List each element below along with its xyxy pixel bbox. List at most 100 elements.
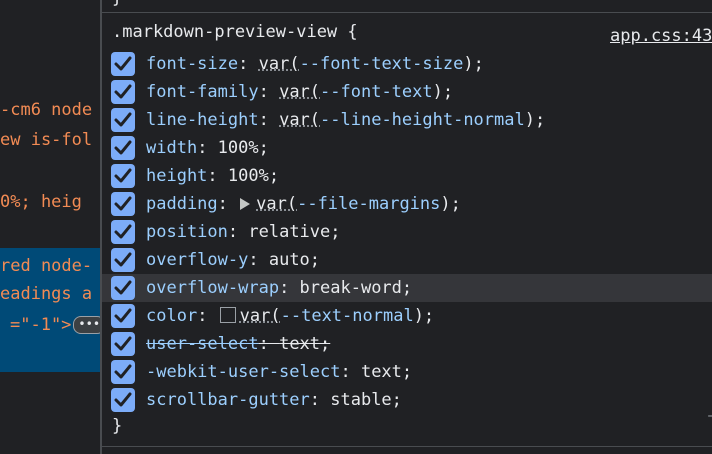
property-checkbox[interactable] [111,304,135,328]
css-variable-name[interactable]: --font-text [320,82,433,102]
property-declaration: scrollbar-gutter: stable; [146,389,402,411]
property-name[interactable]: line-height [146,110,259,130]
css-property-row[interactable]: color: var(--text-normal); [102,302,712,330]
checkmark-icon [114,56,132,71]
css-variable-name[interactable]: --font-text-size [300,54,464,74]
property-colon: : [279,278,300,298]
dom-tree-line: eadings a [0,284,93,304]
var-function: var( [279,110,321,130]
property-colon: : [258,82,280,102]
dom-tree-line[interactable]: ew is-fol [0,130,92,150]
previous-rule-closing-brace: } [112,0,122,8]
ellipsis-icon[interactable]: ••• [73,316,100,334]
property-declaration: padding: var(--file-margins); [146,193,461,215]
value-terminator: ); [440,194,461,214]
dom-tree-line[interactable]: -cm6 node [0,100,92,120]
css-property-row[interactable]: padding: var(--file-margins); [102,190,712,218]
var-function: var( [258,54,300,74]
property-checkbox[interactable] [111,220,135,244]
property-name[interactable]: padding [146,194,218,214]
property-name[interactable]: font-family [146,82,259,102]
checkmark-icon [114,168,132,183]
property-colon: : [340,362,361,382]
property-checkbox[interactable] [111,80,135,104]
property-name[interactable]: scrollbar-gutter [146,390,310,410]
selected-dom-node[interactable]: red node- eadings a ="-1"> ••• [0,248,100,372]
property-checkbox[interactable] [111,332,135,356]
property-value[interactable]: auto; [269,250,320,270]
var-function: var( [279,82,321,102]
rule-separator [102,12,712,13]
css-property-row[interactable]: font-size: var(--font-text-size); [102,50,712,78]
css-selector[interactable]: .markdown-preview-view { [112,22,358,42]
property-name[interactable]: overflow-y [146,250,248,270]
property-value[interactable]: break-word; [300,278,413,298]
property-value[interactable]: var(--font-text); [279,82,453,102]
css-property-row[interactable]: position: relative; [102,218,712,246]
property-value[interactable]: var(--line-height-normal); [279,110,545,130]
dom-tree-line: red node- [0,256,93,276]
css-variable-name[interactable]: --file-margins [297,194,440,214]
property-declaration: font-family: var(--font-text); [146,81,453,103]
property-value[interactable]: text; [361,362,412,382]
dom-tree-line[interactable]: 0%; heig [0,192,82,212]
property-name[interactable]: position [146,222,228,242]
checkmark-icon [114,308,132,323]
css-property-row[interactable]: line-height: var(--line-height-normal); [102,106,712,134]
dom-tree-line: ="-1"> ••• [10,315,100,335]
css-property-row[interactable]: overflow-wrap: break-word; [102,274,712,302]
css-property-row[interactable]: -webkit-user-select: text; [102,358,712,386]
checkmark-icon [114,112,132,127]
css-property-row[interactable]: width: 100%; [102,134,712,162]
checkmark-icon [114,392,132,407]
property-declaration: overflow-wrap: break-word; [146,277,412,299]
property-checkbox[interactable] [111,52,135,76]
property-name[interactable]: -webkit-user-select [146,362,340,382]
checkmark-icon [114,224,132,239]
property-declaration: position: relative; [146,221,341,243]
property-checkbox[interactable] [111,164,135,188]
property-name[interactable]: font-size [146,54,238,74]
property-checkbox[interactable] [111,360,135,384]
property-checkbox[interactable] [111,388,135,412]
css-property-row[interactable]: overflow-y: auto; [102,246,712,274]
css-variable-name[interactable]: --text-normal [281,306,414,326]
property-value[interactable]: 100%; [218,138,269,158]
property-colon: : [248,250,269,270]
property-colon: : [238,54,259,74]
property-value[interactable]: var(--file-margins); [256,194,461,214]
css-property-row[interactable]: height: 100%; [102,162,712,190]
property-checkbox[interactable] [111,276,135,300]
stylesheet-source-link[interactable]: app.css:43 [610,26,712,46]
expand-triangle-icon[interactable] [240,198,251,210]
property-value[interactable]: stable; [330,390,402,410]
property-value[interactable]: 100%; [228,166,279,186]
property-name[interactable]: color [146,306,197,326]
property-checkbox[interactable] [111,248,135,272]
property-checkbox[interactable] [111,136,135,160]
var-function: var( [256,194,298,214]
var-function: var( [239,306,281,326]
css-property-row[interactable]: scrollbar-gutter: stable; [102,386,712,414]
property-value[interactable]: var(--text-normal); [240,306,435,326]
css-property-row[interactable]: font-family: var(--font-text); [102,78,712,106]
property-name[interactable]: width [146,138,197,158]
color-swatch-icon[interactable] [219,307,236,323]
property-colon: : [197,138,218,158]
property-name[interactable]: user-select [146,334,259,354]
property-value[interactable]: relative; [248,222,340,242]
property-declaration: font-size: var(--font-text-size); [146,53,484,75]
property-colon: : [258,334,280,354]
elements-tree-panel: -cm6 node ew is-fol 0%; heig red node- e… [0,0,100,454]
property-value[interactable]: text; [279,334,330,354]
property-checkbox[interactable] [111,192,135,216]
value-terminator: ); [432,82,454,102]
property-declaration: overflow-y: auto; [146,249,320,271]
css-variable-name[interactable]: --line-height-normal [320,110,525,130]
property-name[interactable]: overflow-wrap [146,278,279,298]
property-value[interactable]: var(--font-text-size); [259,54,484,74]
property-name[interactable]: height [146,166,207,186]
checkmark-icon [114,84,132,99]
css-property-row[interactable]: user-select: text; [102,330,712,358]
property-checkbox[interactable] [111,108,135,132]
